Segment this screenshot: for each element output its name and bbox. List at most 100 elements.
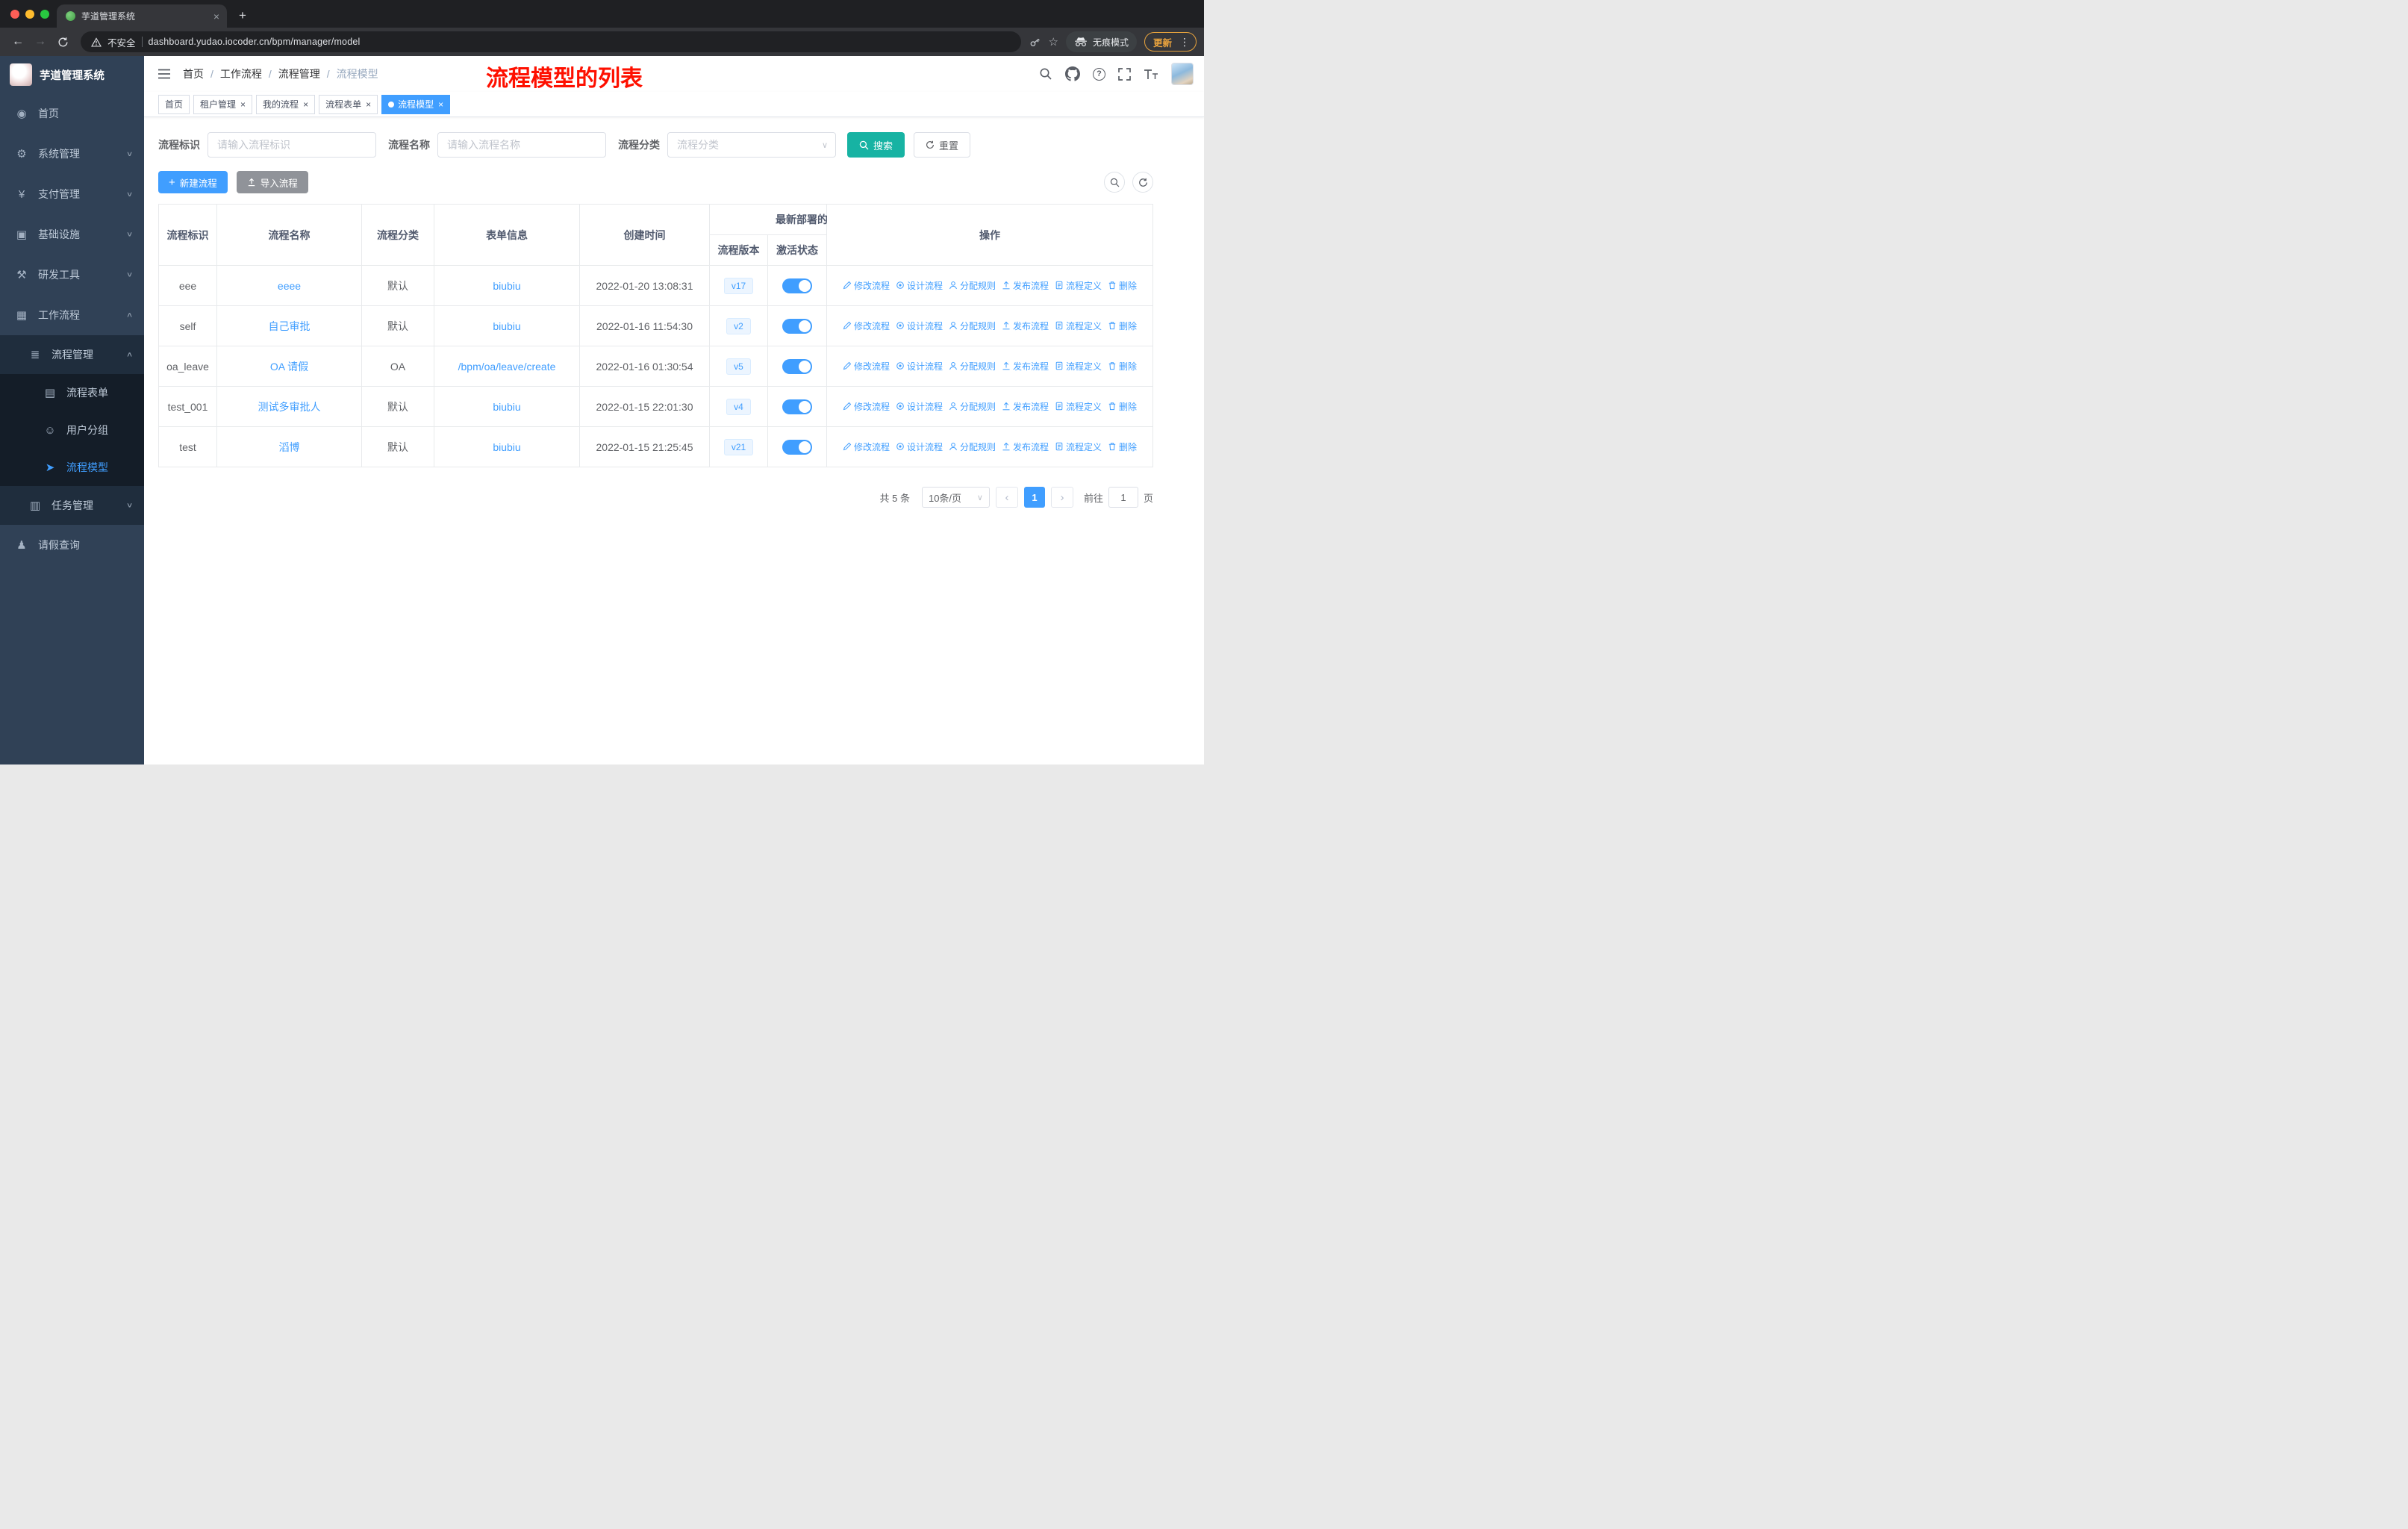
sidebar-item-process-form[interactable]: ▤ 流程表单 bbox=[0, 374, 144, 411]
sidebar-item-infrastructure[interactable]: ▣ 基础设施 ∨ bbox=[0, 214, 144, 255]
definition-action-link[interactable]: 流程定义 bbox=[1055, 279, 1102, 292]
design-action-link[interactable]: 设计流程 bbox=[896, 320, 943, 332]
edit-action-link[interactable]: 修改流程 bbox=[843, 360, 890, 373]
font-size-icon[interactable] bbox=[1144, 68, 1158, 80]
tab-my-process[interactable]: 我的流程 × bbox=[256, 94, 316, 114]
form-link[interactable]: biubiu bbox=[493, 320, 520, 332]
version-tag[interactable]: v4 bbox=[726, 398, 751, 415]
sidebar-item-task-management[interactable]: ▥ 任务管理 ∨ bbox=[0, 486, 144, 525]
process-key-input[interactable] bbox=[208, 132, 376, 158]
minimize-window-button[interactable] bbox=[25, 10, 34, 19]
form-link[interactable]: biubiu bbox=[493, 401, 520, 413]
current-page-button[interactable]: 1 bbox=[1023, 487, 1045, 508]
process-name-link[interactable]: 滔博 bbox=[279, 441, 300, 453]
delete-action-link[interactable]: 删除 bbox=[1108, 400, 1137, 413]
process-name-link[interactable]: 自己审批 bbox=[269, 320, 311, 332]
close-window-button[interactable] bbox=[10, 10, 19, 19]
show-search-button[interactable] bbox=[1104, 172, 1125, 193]
version-tag[interactable]: v17 bbox=[723, 277, 754, 294]
security-label[interactable]: 不安全 bbox=[107, 35, 136, 49]
design-action-link[interactable]: 设计流程 bbox=[896, 440, 943, 453]
assign-action-link[interactable]: 分配规则 bbox=[949, 360, 996, 373]
refresh-table-button[interactable] bbox=[1132, 172, 1153, 193]
process-name-link[interactable]: OA 请假 bbox=[270, 361, 308, 373]
close-icon[interactable]: × bbox=[366, 99, 371, 110]
sidebar-item-workflow[interactable]: ▦ 工作流程 ∧ bbox=[0, 295, 144, 335]
tab-close-icon[interactable]: × bbox=[212, 10, 221, 23]
active-toggle[interactable] bbox=[782, 399, 812, 414]
delete-action-link[interactable]: 删除 bbox=[1108, 440, 1137, 453]
fullscreen-icon[interactable] bbox=[1118, 67, 1131, 81]
help-icon[interactable] bbox=[1093, 67, 1105, 81]
search-icon[interactable] bbox=[1039, 67, 1052, 81]
edit-action-link[interactable]: 修改流程 bbox=[843, 400, 890, 413]
close-icon[interactable]: × bbox=[240, 99, 246, 110]
edit-action-link[interactable]: 修改流程 bbox=[843, 279, 890, 292]
address-bar[interactable]: 不安全 dashboard.yudao.iocoder.cn/bpm/manag… bbox=[81, 31, 1021, 52]
zoom-window-button[interactable] bbox=[40, 10, 49, 19]
new-tab-button[interactable]: + bbox=[233, 6, 252, 25]
import-process-button[interactable]: 导入流程 bbox=[236, 171, 308, 193]
search-button[interactable]: 搜索 bbox=[847, 132, 905, 158]
assign-action-link[interactable]: 分配规则 bbox=[949, 320, 996, 332]
category-select[interactable]: 流程分类 ∨ bbox=[667, 132, 836, 158]
assign-action-link[interactable]: 分配规则 bbox=[949, 400, 996, 413]
process-name-link[interactable]: 测试多审批人 bbox=[258, 401, 321, 413]
sidebar-item-home[interactable]: ◉ 首页 bbox=[0, 93, 144, 134]
url-text[interactable]: dashboard.yudao.iocoder.cn/bpm/manager/m… bbox=[149, 37, 361, 47]
bookmark-star-icon[interactable]: ☆ bbox=[1049, 35, 1058, 49]
delete-action-link[interactable]: 删除 bbox=[1108, 360, 1137, 373]
publish-action-link[interactable]: 发布流程 bbox=[1002, 279, 1049, 292]
browser-menu-icon[interactable]: ⋮ bbox=[1176, 36, 1193, 49]
breadcrumb-item[interactable]: 流程管理 bbox=[278, 66, 320, 81]
page-size-select[interactable]: 10条/页 ∨ bbox=[921, 487, 990, 508]
definition-action-link[interactable]: 流程定义 bbox=[1055, 360, 1102, 373]
publish-action-link[interactable]: 发布流程 bbox=[1002, 320, 1049, 332]
key-icon[interactable] bbox=[1026, 33, 1044, 51]
form-link[interactable]: /bpm/oa/leave/create bbox=[458, 361, 556, 373]
process-name-link[interactable]: eeee bbox=[278, 280, 301, 292]
next-page-button[interactable]: › bbox=[1050, 487, 1073, 508]
active-toggle[interactable] bbox=[782, 318, 812, 334]
browser-tab[interactable]: 芋道管理系统 × bbox=[57, 4, 227, 28]
version-tag[interactable]: v2 bbox=[726, 317, 751, 334]
breadcrumb-item[interactable]: 工作流程 bbox=[220, 66, 262, 81]
delete-action-link[interactable]: 删除 bbox=[1108, 279, 1137, 292]
prev-page-button[interactable]: ‹ bbox=[995, 487, 1018, 508]
sidebar-toggle-button[interactable] bbox=[157, 68, 171, 80]
user-avatar[interactable] bbox=[1171, 63, 1194, 85]
delete-action-link[interactable]: 删除 bbox=[1108, 320, 1137, 332]
assign-action-link[interactable]: 分配规则 bbox=[949, 279, 996, 292]
active-toggle[interactable] bbox=[782, 439, 812, 455]
browser-update-button[interactable]: 更新 ⋮ bbox=[1144, 32, 1197, 52]
tab-home[interactable]: 首页 bbox=[158, 94, 190, 114]
publish-action-link[interactable]: 发布流程 bbox=[1002, 400, 1049, 413]
back-button[interactable]: ← bbox=[7, 31, 28, 52]
goto-page-input[interactable] bbox=[1108, 487, 1138, 508]
form-link[interactable]: biubiu bbox=[493, 441, 520, 453]
process-name-input[interactable] bbox=[437, 132, 606, 158]
publish-action-link[interactable]: 发布流程 bbox=[1002, 440, 1049, 453]
design-action-link[interactable]: 设计流程 bbox=[896, 400, 943, 413]
version-tag[interactable]: v21 bbox=[723, 438, 754, 455]
breadcrumb-item[interactable]: 首页 bbox=[183, 66, 204, 81]
close-icon[interactable]: × bbox=[438, 99, 443, 110]
design-action-link[interactable]: 设计流程 bbox=[896, 279, 943, 292]
sidebar-item-system[interactable]: ⚙ 系统管理 ∨ bbox=[0, 134, 144, 174]
tab-tenant-management[interactable]: 租户管理 × bbox=[193, 94, 253, 114]
sidebar-item-payment[interactable]: ¥ 支付管理 ∨ bbox=[0, 174, 144, 214]
definition-action-link[interactable]: 流程定义 bbox=[1055, 320, 1102, 332]
active-toggle[interactable] bbox=[782, 278, 812, 293]
sidebar-item-user-group[interactable]: ☺ 用户分组 bbox=[0, 411, 144, 449]
sidebar-item-devtools[interactable]: ⚒ 研发工具 ∨ bbox=[0, 255, 144, 295]
reload-button[interactable] bbox=[52, 31, 73, 52]
version-tag[interactable]: v5 bbox=[726, 358, 751, 375]
definition-action-link[interactable]: 流程定义 bbox=[1055, 440, 1102, 453]
definition-action-link[interactable]: 流程定义 bbox=[1055, 400, 1102, 413]
edit-action-link[interactable]: 修改流程 bbox=[843, 320, 890, 332]
reset-button[interactable]: 重置 bbox=[914, 132, 971, 158]
active-toggle[interactable] bbox=[782, 358, 812, 374]
github-icon[interactable] bbox=[1065, 66, 1080, 81]
form-link[interactable]: biubiu bbox=[493, 280, 520, 292]
create-process-button[interactable]: + 新建流程 bbox=[158, 171, 228, 193]
